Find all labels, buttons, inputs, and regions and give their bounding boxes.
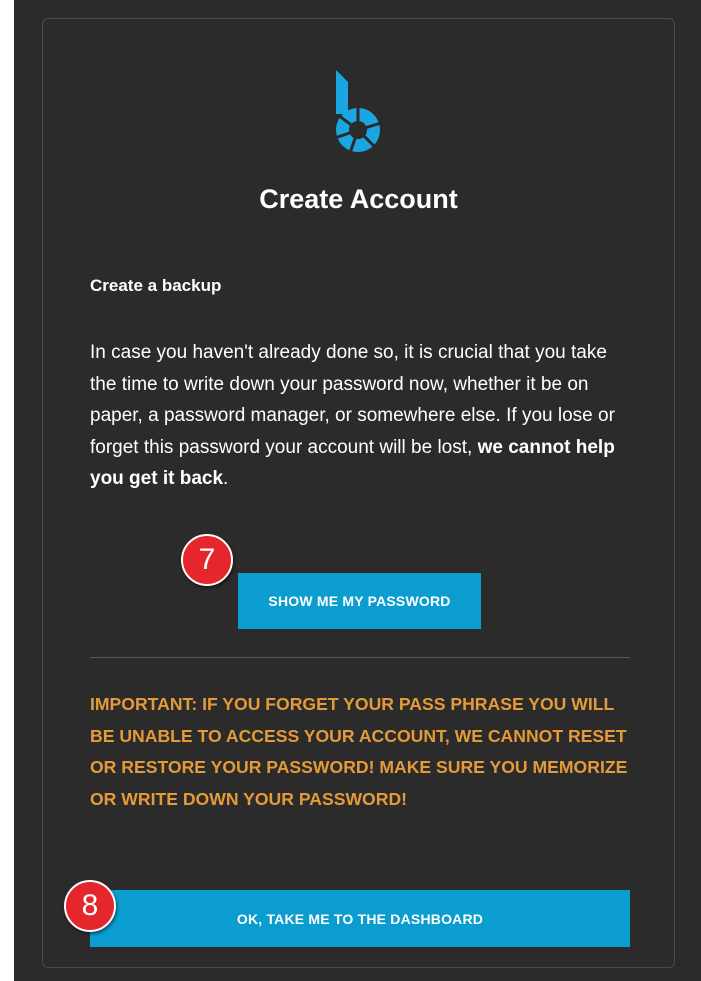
bitshares-logo-icon bbox=[334, 70, 382, 154]
important-warning: IMPORTANT: IF YOU FORGET YOUR PASS PHRAS… bbox=[90, 694, 628, 809]
backup-instructions: In case you haven't already done so, it … bbox=[90, 337, 630, 495]
backup-instructions-end: . bbox=[223, 468, 229, 490]
page-title: Create Account bbox=[259, 184, 458, 214]
show-password-button[interactable]: SHOW ME MY PASSWORD bbox=[238, 573, 481, 629]
section-subtitle: Create a backup bbox=[90, 276, 222, 295]
go-to-dashboard-button[interactable]: OK, TAKE ME TO THE DASHBOARD bbox=[90, 890, 630, 947]
step-badge: 8 bbox=[64, 880, 116, 932]
step-badge: 7 bbox=[181, 534, 233, 586]
divider bbox=[90, 657, 630, 658]
